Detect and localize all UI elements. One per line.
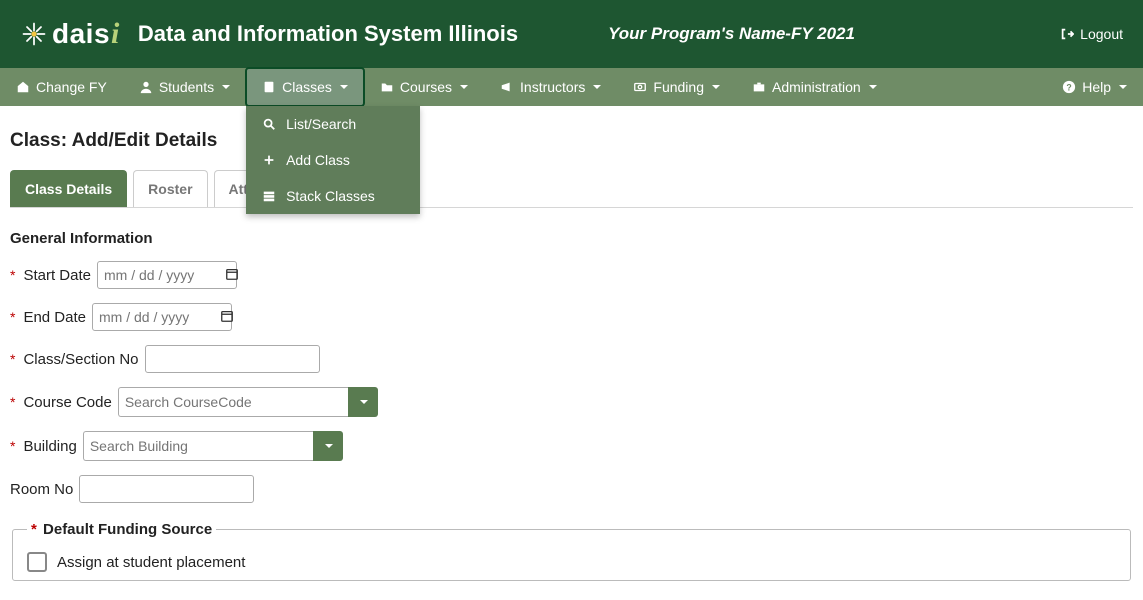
nav-label: Instructors (520, 79, 585, 95)
building-label: Building (23, 438, 76, 455)
row-assign-placement: Assign at student placement (27, 552, 1116, 572)
nav-help[interactable]: ? Help (1046, 68, 1143, 106)
row-end-date: * End Date (10, 303, 1133, 331)
tab-class-details[interactable]: Class Details (10, 170, 127, 207)
classes-dropdown: List/Search Add Class Stack Classes (246, 106, 420, 214)
nav-funding[interactable]: Funding (617, 68, 736, 106)
money-icon (633, 80, 647, 94)
end-date-label: End Date (23, 309, 86, 326)
nav-students[interactable]: Students (123, 68, 246, 106)
room-no-input[interactable] (79, 475, 254, 503)
room-no-label: Room No (10, 481, 73, 498)
menu-label: List/Search (286, 116, 356, 132)
nav-label: Help (1082, 79, 1111, 95)
page-title: Class: Add/Edit Details (10, 130, 1133, 152)
nav-label: Change FY (36, 79, 107, 95)
course-code-dropdown-button[interactable] (348, 387, 378, 417)
tab-roster[interactable]: Roster (133, 170, 207, 207)
funding-fieldset: * Default Funding Source Assign at stude… (12, 521, 1131, 581)
row-room-no: Room No (10, 475, 1133, 503)
nav-label: Funding (653, 79, 704, 95)
nav-label: Courses (400, 79, 452, 95)
book-icon (262, 80, 276, 94)
home-icon (16, 80, 30, 94)
logo-text: daisi (52, 17, 120, 51)
chevron-down-icon (340, 85, 348, 89)
nav-change-fy[interactable]: Change FY (0, 68, 123, 106)
logout-icon (1060, 27, 1074, 41)
start-date-label: Start Date (23, 267, 91, 284)
chevron-down-icon (360, 400, 368, 404)
app-title: Data and Information System Illinois (138, 21, 518, 47)
required-marker: * (10, 438, 15, 454)
chevron-down-icon (869, 85, 877, 89)
row-class-section: * Class/Section No (10, 345, 1133, 373)
nav-courses[interactable]: Courses (364, 68, 484, 106)
tab-strip: Class Details Roster Attenda (10, 170, 1133, 208)
nav-classes[interactable]: Classes List/Search Add Class Stack Cl (246, 68, 364, 106)
folder-icon (380, 80, 394, 94)
spark-icon (20, 20, 48, 48)
briefcase-icon (752, 80, 766, 94)
funding-legend-text: Default Funding Source (43, 521, 212, 538)
required-marker: * (10, 394, 15, 410)
building-input[interactable] (83, 431, 313, 461)
menu-label: Add Class (286, 152, 350, 168)
main-nav: Change FY Students Classes List/Search (0, 68, 1143, 106)
page-body: Class: Add/Edit Details Class Details Ro… (0, 106, 1143, 581)
chevron-down-icon (325, 444, 333, 448)
end-date-input[interactable] (92, 303, 232, 331)
start-date-input[interactable] (97, 261, 237, 289)
logo-block: daisi (20, 17, 120, 51)
logout-label: Logout (1080, 26, 1123, 42)
required-marker: * (10, 351, 15, 367)
logo-accent: i (111, 17, 120, 51)
chevron-down-icon (593, 85, 601, 89)
help-icon: ? (1062, 80, 1076, 94)
nav-administration[interactable]: Administration (736, 68, 893, 106)
program-name: Your Program's Name-FY 2021 (608, 24, 1060, 44)
required-marker: * (31, 521, 37, 538)
app-header: daisi Data and Information System Illino… (0, 0, 1143, 68)
assign-placement-checkbox[interactable] (27, 552, 47, 572)
chevron-down-icon (222, 85, 230, 89)
person-icon (139, 80, 153, 94)
row-course-code: * Course Code (10, 387, 1133, 417)
funding-legend: * Default Funding Source (27, 521, 216, 538)
menu-list-search[interactable]: List/Search (246, 106, 420, 142)
nav-label: Classes (282, 79, 332, 95)
search-icon (262, 117, 276, 131)
logout-link[interactable]: Logout (1060, 26, 1123, 42)
required-marker: * (10, 267, 15, 283)
svg-text:?: ? (1067, 83, 1072, 93)
row-building: * Building (10, 431, 1133, 461)
section-general-info: General Information (10, 230, 1133, 247)
building-dropdown-button[interactable] (313, 431, 343, 461)
plus-icon (262, 153, 276, 167)
chevron-down-icon (460, 85, 468, 89)
course-code-label: Course Code (23, 394, 111, 411)
row-start-date: * Start Date (10, 261, 1133, 289)
assign-placement-label: Assign at student placement (57, 554, 245, 571)
logo-word: dais (52, 18, 110, 50)
menu-label: Stack Classes (286, 188, 375, 204)
menu-stack-classes[interactable]: Stack Classes (246, 178, 420, 214)
nav-label: Students (159, 79, 214, 95)
nav-instructors[interactable]: Instructors (484, 68, 617, 106)
required-marker: * (10, 309, 15, 325)
menu-add-class[interactable]: Add Class (246, 142, 420, 178)
nav-label: Administration (772, 79, 861, 95)
class-section-label: Class/Section No (23, 351, 138, 368)
chevron-down-icon (1119, 85, 1127, 89)
stack-icon (262, 189, 276, 203)
course-code-input[interactable] (118, 387, 348, 417)
chevron-down-icon (712, 85, 720, 89)
class-section-input[interactable] (145, 345, 320, 373)
megaphone-icon (500, 80, 514, 94)
